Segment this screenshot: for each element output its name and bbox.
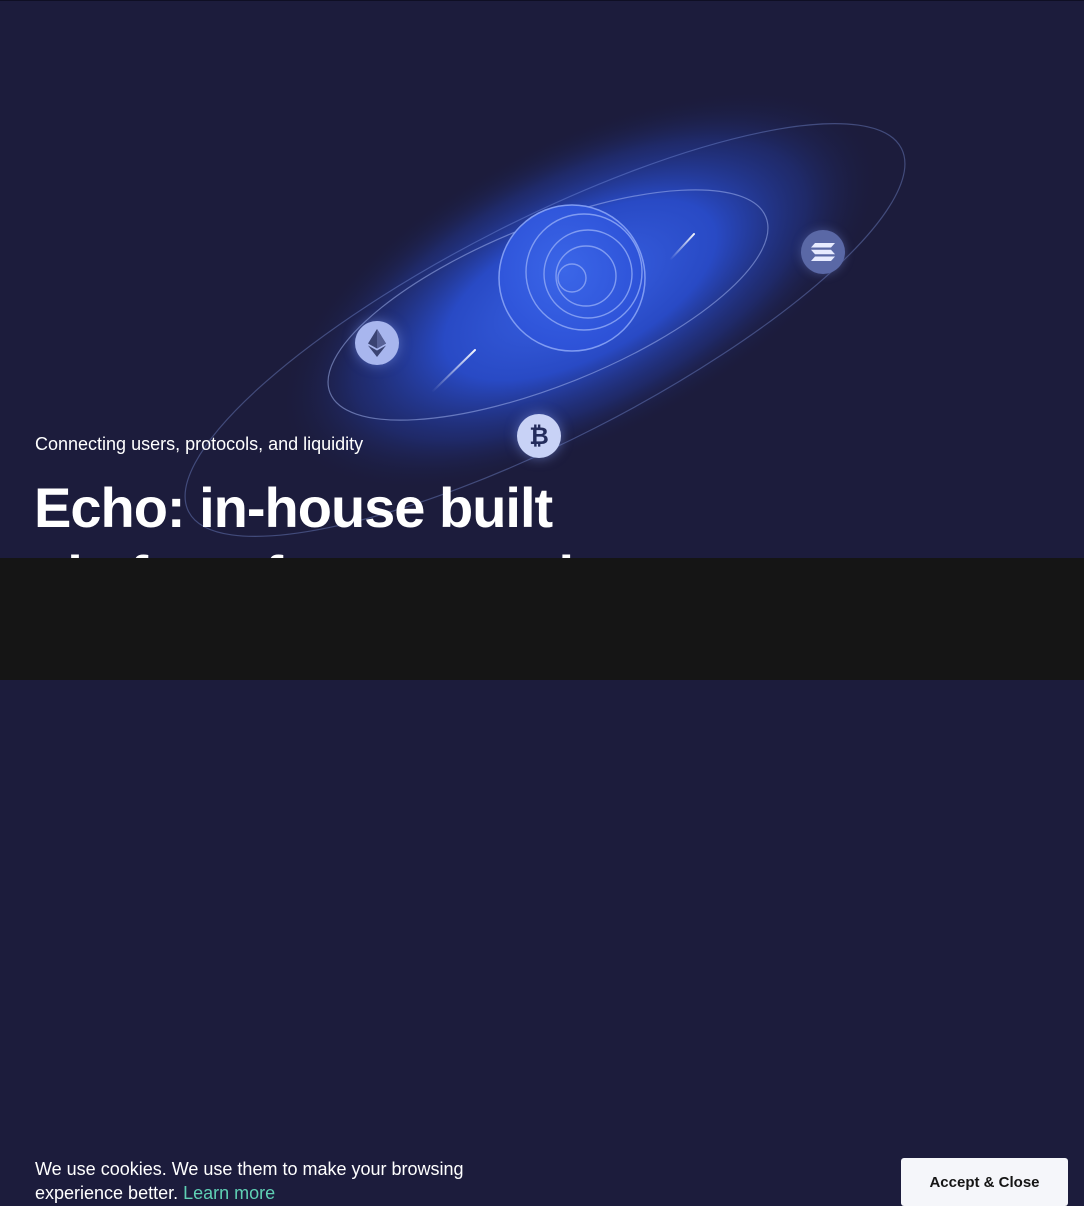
echo-sphere: [498, 204, 646, 352]
cookie-banner: We use cookies. We use them to make your…: [0, 558, 1084, 1206]
learn-more-link[interactable]: Learn more: [183, 1183, 275, 1203]
bitcoin-coin: ₿: [517, 414, 561, 458]
accept-close-button[interactable]: Accept & Close: [901, 1158, 1068, 1206]
bitcoin-icon: ₿: [529, 421, 549, 450]
solana-coin: [801, 230, 845, 274]
solana-icon: [811, 243, 835, 261]
cookie-message: We use cookies. We use them to make your…: [35, 1157, 475, 1205]
hero-tagline: Connecting users, protocols, and liquidi…: [35, 434, 364, 454]
ethereum-coin: [355, 321, 399, 365]
ethereum-icon: [368, 329, 386, 357]
